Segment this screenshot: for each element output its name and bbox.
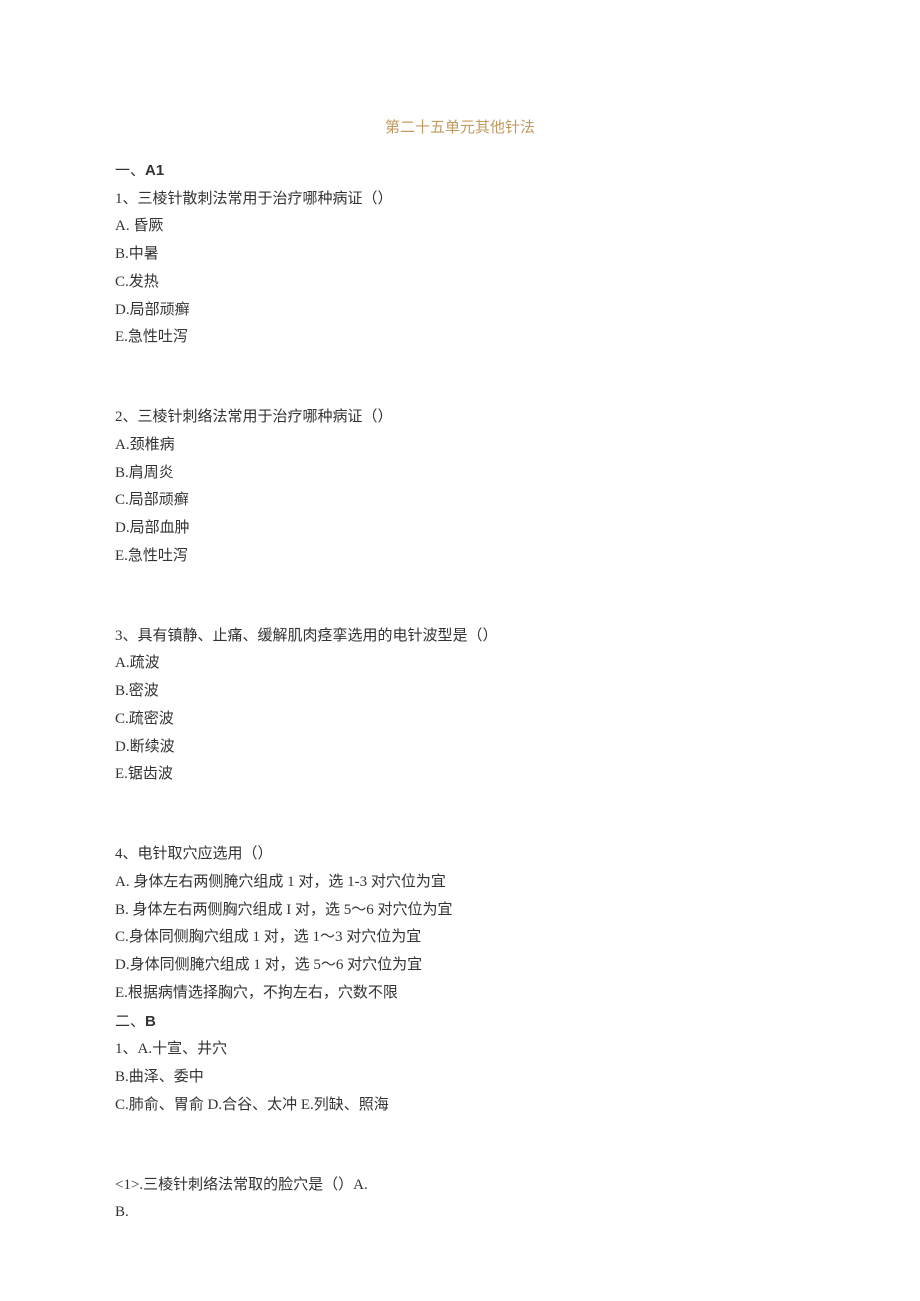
option-b: B.肩周炎 [115, 460, 805, 488]
question-stem: 3、具有镇静、止痛、缓解肌肉痉挛选用的电针波型是（） [115, 623, 805, 651]
question-1: 1、三棱针散刺法常用于治疗哪种病证（） A. 昏厥 B.中暑 C.发热 D.局部… [115, 186, 805, 353]
option-d: D.身体同侧腌穴组成 1 对，选 5〜6 对穴位为宜 [115, 952, 805, 980]
option-c: C.发热 [115, 269, 805, 297]
page-title: 第二十五单元其他针法 [115, 115, 805, 143]
section-a-prefix: 一、 [115, 163, 145, 179]
section-b-label: B [145, 1013, 156, 1030]
section-b: 二、B 1、A.十宣、井穴 B.曲泽、委中 C.肺俞、胃俞 D.合谷、太冲 E.… [115, 1008, 805, 1228]
option-a: A.颈椎病 [115, 432, 805, 460]
option-d: D.断续波 [115, 734, 805, 762]
option-c: C.身体同侧胸穴组成 1 对，选 1〜3 对穴位为宜 [115, 924, 805, 952]
option-d: D.局部血肿 [115, 515, 805, 543]
exam-page: 第二十五单元其他针法 一、A1 1、三棱针散刺法常用于治疗哪种病证（） A. 昏… [0, 0, 920, 1287]
section-a-label: A1 [145, 162, 164, 179]
question-stem: 1、三棱针散刺法常用于治疗哪种病证（） [115, 186, 805, 214]
question-4: 4、电针取穴应选用（） A. 身体左右两侧腌穴组成 1 对，选 1-3 对穴位为… [115, 841, 805, 1008]
option-e: E.锯齿波 [115, 761, 805, 789]
option-a: A. 昏厥 [115, 213, 805, 241]
option-e: E.急性吐泻 [115, 543, 805, 571]
section-a-header: 一、A1 [115, 157, 805, 186]
question-stem: 4、电针取穴应选用（） [115, 841, 805, 869]
option-a: A. 身体左右两侧腌穴组成 1 对，选 1-3 对穴位为宜 [115, 869, 805, 897]
question-stem: 2、三棱针刺络法常用于治疗哪种病证（） [115, 404, 805, 432]
shared-option-line-1: 1、A.十宣、井穴 [115, 1036, 805, 1064]
option-e: E.急性吐泻 [115, 324, 805, 352]
question-3: 3、具有镇静、止痛、缓解肌肉痉挛选用的电针波型是（） A.疏波 B.密波 C.疏… [115, 623, 805, 790]
shared-options: 1、A.十宣、井穴 B.曲泽、委中 C.肺俞、胃俞 D.合谷、太冲 E.列缺、照… [115, 1036, 805, 1119]
option-b: B. 身体左右两侧胸穴组成 I 对，选 5〜6 对穴位为宜 [115, 897, 805, 925]
section-b-prefix: 二、 [115, 1014, 145, 1030]
shared-option-line-3: C.肺俞、胃俞 D.合谷、太冲 E.列缺、照海 [115, 1092, 805, 1120]
sub-question-line-2: B. [115, 1199, 805, 1227]
option-b: B.中暑 [115, 241, 805, 269]
option-b: B.密波 [115, 678, 805, 706]
option-e: E.根据病情选择胸穴，不拘左右，穴数不限 [115, 980, 805, 1008]
sub-question-1: <1>.三棱针刺络法常取的脸穴是（）A. B. [115, 1172, 805, 1228]
section-b-header: 二、B [115, 1008, 805, 1037]
sub-question-line-1: <1>.三棱针刺络法常取的脸穴是（）A. [115, 1172, 805, 1200]
option-a: A.疏波 [115, 650, 805, 678]
option-c: C.疏密波 [115, 706, 805, 734]
section-a: 一、A1 1、三棱针散刺法常用于治疗哪种病证（） A. 昏厥 B.中暑 C.发热… [115, 157, 805, 1008]
option-d: D.局部顽癣 [115, 297, 805, 325]
option-c: C.局部顽癣 [115, 487, 805, 515]
question-2: 2、三棱针刺络法常用于治疗哪种病证（） A.颈椎病 B.肩周炎 C.局部顽癣 D… [115, 404, 805, 571]
shared-option-line-2: B.曲泽、委中 [115, 1064, 805, 1092]
